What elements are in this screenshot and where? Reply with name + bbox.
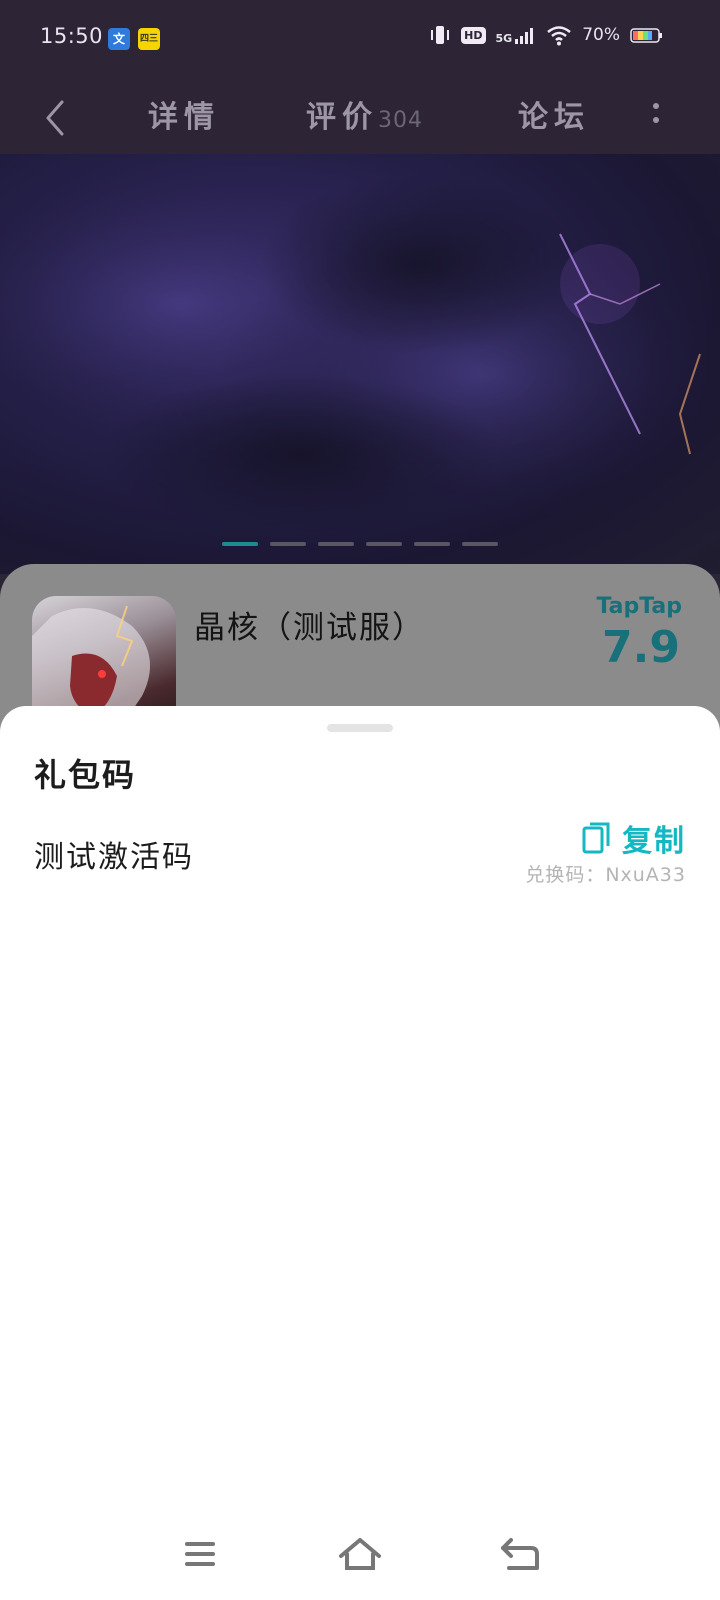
copy-icon: [582, 822, 610, 854]
more-options-icon[interactable]: [650, 96, 662, 136]
carousel-dot[interactable]: [222, 542, 258, 546]
tab-forum-label: 论坛: [518, 100, 590, 135]
copy-label: 复制: [622, 824, 686, 859]
battery-percent: 70%: [582, 25, 620, 45]
carousel-dot[interactable]: [270, 542, 306, 546]
signal-indicator: 5G: [496, 26, 537, 44]
system-navigation-bar: [0, 1530, 720, 1600]
back-arrow-icon[interactable]: [40, 98, 70, 138]
tab-reviews-label: 评价: [306, 100, 378, 135]
network-type-label: 5G: [495, 32, 513, 45]
reviews-count: 304: [378, 108, 423, 133]
banner-image[interactable]: [0, 154, 720, 574]
status-bar: 15:50 文 四三 HD 5G 70%: [0, 0, 720, 78]
gift-code-sheet: 礼包码 测试激活码 复制 兑换码：NxuA33: [0, 706, 720, 1600]
tab-details[interactable]: 详情: [148, 92, 220, 136]
top-navigation: 详情 评价304 论坛: [0, 78, 720, 154]
tab-reviews[interactable]: 评价304: [306, 92, 423, 136]
app-title: 晶核（测试服）: [194, 610, 425, 646]
redeem-code: 兑换码：NxuA33: [525, 864, 686, 886]
rating-brand: TapTap: [596, 594, 682, 619]
battery-icon: [630, 28, 662, 43]
copy-button[interactable]: 复制: [582, 816, 686, 860]
carousel-indicator: [222, 542, 498, 546]
tab-forum[interactable]: 论坛: [518, 92, 590, 136]
back-icon[interactable]: [497, 1534, 543, 1574]
vibrate-icon: [431, 26, 450, 44]
status-time: 15:50: [40, 24, 104, 48]
notification-app-icon: 四三: [138, 28, 160, 50]
status-icons: HD 5G 70%: [429, 24, 664, 46]
menu-icon[interactable]: [177, 1534, 223, 1574]
carousel-dot[interactable]: [366, 542, 402, 546]
translate-app-icon: 文: [108, 28, 130, 50]
carousel-dot[interactable]: [318, 542, 354, 546]
carousel-dot[interactable]: [414, 542, 450, 546]
home-icon[interactable]: [337, 1534, 383, 1574]
signal-bars-icon: [515, 28, 534, 44]
sheet-drag-handle[interactable]: [327, 724, 393, 732]
hd-badge: HD: [461, 26, 486, 44]
rating-score: 7.9: [602, 622, 680, 673]
wifi-icon: [547, 26, 571, 46]
storm-artwork: [0, 164, 720, 534]
tab-details-label: 详情: [148, 100, 220, 135]
carousel-dot[interactable]: [462, 542, 498, 546]
sheet-title: 礼包码: [34, 756, 137, 794]
gift-name: 测试激活码: [34, 840, 194, 875]
